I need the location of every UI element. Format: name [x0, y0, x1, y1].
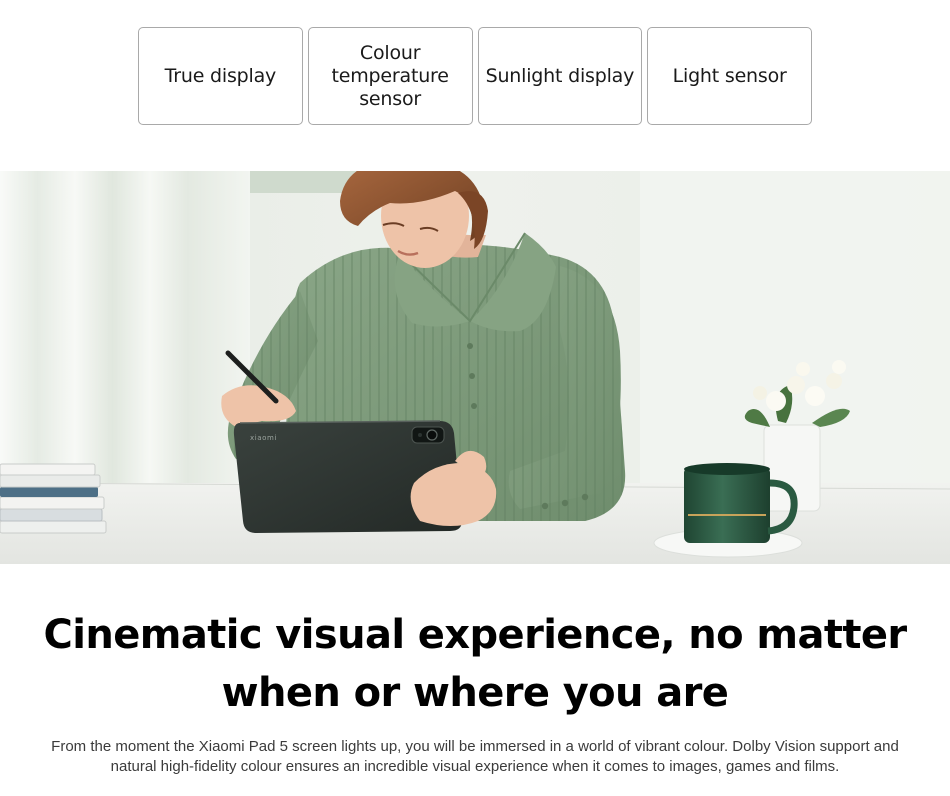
feature-tile-sunlight-display[interactable]: Sunlight display — [477, 27, 643, 125]
feature-label: Sunlight display — [485, 64, 635, 87]
feature-label: True display — [164, 64, 277, 87]
feature-label: Light sensor — [672, 64, 787, 87]
feature-tile-colour-temperature-sensor[interactable]: Colour temperature sensor — [307, 27, 473, 125]
section-description: From the moment the Xiaomi Pad 5 screen … — [51, 738, 899, 775]
feature-tile-light-sensor[interactable]: Light sensor — [647, 27, 812, 125]
section-headline: Cinematic visual experience, no matter w… — [43, 612, 907, 716]
hero-illustration: xiaomi — [0, 171, 950, 564]
book-stack — [0, 463, 107, 534]
tablet-brand: xiaomi — [250, 434, 277, 442]
feature-label: Colour temperature sensor — [331, 41, 449, 110]
feature-tiles: True display Colour temperature sensor S… — [138, 27, 812, 125]
feature-tile-true-display[interactable]: True display — [138, 27, 303, 125]
hero-image: xiaomi — [0, 171, 950, 564]
